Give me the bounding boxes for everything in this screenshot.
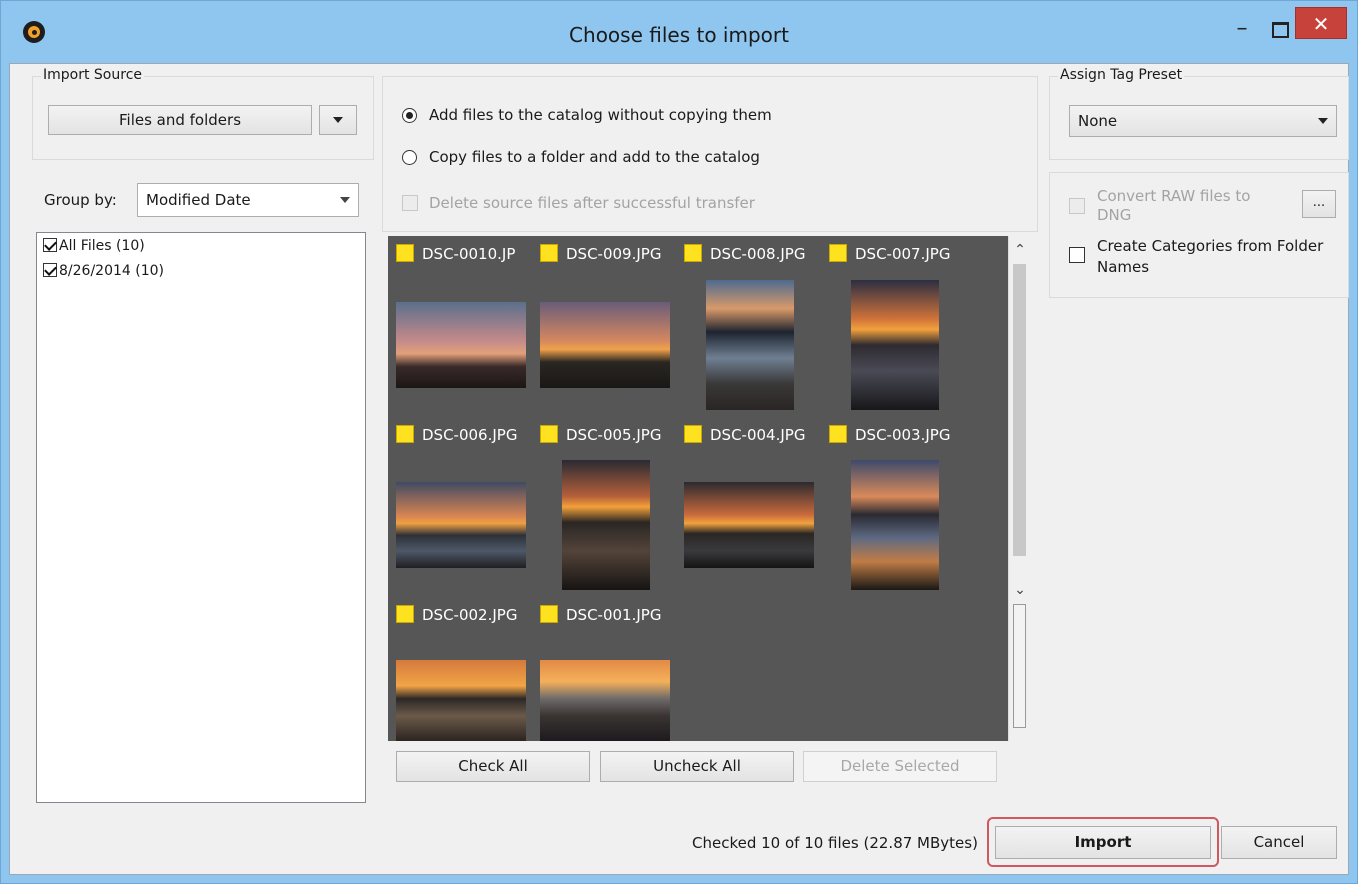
thumbnail-item[interactable]: DSC-0010.JP <box>396 244 515 263</box>
scrollbar-thumb[interactable] <box>1013 604 1026 728</box>
thumbnail-filename: DSC-009.JPG <box>566 245 662 263</box>
tree-item-date[interactable]: 8/26/2014 (10) <box>43 263 164 283</box>
raw-settings-button[interactable]: ... <box>1302 190 1336 218</box>
thumbnail-checkbox[interactable] <box>684 425 702 443</box>
window-title: Choose files to import <box>569 23 789 47</box>
chevron-down-icon <box>1318 118 1328 124</box>
thumbnail-image[interactable] <box>684 482 814 568</box>
group-by-value: Modified Date <box>146 191 251 209</box>
raw-options-group: Convert RAW files to DNG ... Create Cate… <box>1049 172 1349 298</box>
thumbnail-image[interactable] <box>396 482 526 568</box>
thumbnail-checkbox[interactable] <box>829 425 847 443</box>
tag-preset-select[interactable]: None <box>1069 105 1337 137</box>
thumbnail-image[interactable] <box>851 460 939 590</box>
thumbnail-image[interactable] <box>540 660 670 741</box>
close-button[interactable]: ✕ <box>1295 7 1347 39</box>
delete-source-checkbox[interactable] <box>402 195 418 211</box>
delete-selected-button[interactable]: Delete Selected <box>803 751 997 782</box>
convert-raw-label: Convert RAW files to DNG <box>1097 187 1251 224</box>
thumbnail-scrollbar[interactable]: ⌃ ⌄ <box>1008 236 1030 741</box>
thumbnail-checkbox[interactable] <box>396 425 414 443</box>
copy-to-folder-label: Copy files to a folder and add to the ca… <box>429 148 760 166</box>
checkbox-checked-icon[interactable] <box>43 263 57 277</box>
thumbnail-item[interactable]: DSC-007.JPG <box>829 244 950 263</box>
minimize-button[interactable]: – <box>1227 15 1257 43</box>
convert-raw-checkbox[interactable] <box>1069 198 1085 214</box>
checkbox-checked-icon[interactable] <box>43 238 57 252</box>
status-text: Checked 10 of 10 files (22.87 MBytes) <box>692 834 978 852</box>
import-button[interactable]: Import <box>995 826 1211 859</box>
thumbnail-item[interactable]: DSC-004.JPG <box>684 425 805 444</box>
thumbnail-item[interactable]: DSC-005.JPG <box>540 425 661 444</box>
maximize-button[interactable] <box>1264 15 1294 43</box>
tag-preset-legend: Assign Tag Preset <box>1058 67 1185 83</box>
import-dialog: Choose files to import – ✕ Import Source… <box>0 0 1358 884</box>
thumbnail-item[interactable]: DSC-006.JPG <box>396 425 517 444</box>
scroll-up-icon[interactable]: ⌃ <box>1009 242 1031 258</box>
thumbnail-checkbox[interactable] <box>829 244 847 262</box>
thumbnail-item[interactable]: DSC-009.JPG <box>540 244 661 263</box>
date-tree[interactable]: All Files (10) 8/26/2014 (10) <box>36 232 366 803</box>
add-without-copy-radio[interactable] <box>402 108 417 123</box>
thumbnail-item[interactable]: DSC-003.JPG <box>829 425 950 444</box>
thumbnail-filename: DSC-003.JPG <box>855 426 951 444</box>
tree-item-label: 8/26/2014 (10) <box>59 263 164 279</box>
add-without-copy-label: Add files to the catalog without copying… <box>429 106 772 124</box>
create-categories-label: Create Categories from Folder Names <box>1097 237 1324 276</box>
thumbnail-filename: DSC-004.JPG <box>710 426 806 444</box>
thumbnail-checkbox[interactable] <box>396 605 414 623</box>
thumbnail-image[interactable] <box>540 302 670 388</box>
cancel-button[interactable]: Cancel <box>1221 826 1337 859</box>
thumbnail-image[interactable] <box>396 660 526 741</box>
thumbnail-checkbox[interactable] <box>540 244 558 262</box>
thumbnail-filename: DSC-007.JPG <box>855 245 951 263</box>
import-source-group: Import Source Files and folders <box>32 67 374 160</box>
tag-preset-value: None <box>1078 112 1118 130</box>
thumbnail-filename: DSC-006.JPG <box>422 426 518 444</box>
thumbnail-filename: DSC-001.JPG <box>566 606 662 624</box>
dialog-body: Import Source Files and folders Group by… <box>9 63 1349 875</box>
tree-item-all-files[interactable]: All Files (10) <box>43 238 145 258</box>
group-by-label: Group by: <box>44 191 117 209</box>
check-all-button[interactable]: Check All <box>396 751 590 782</box>
create-categories-checkbox[interactable] <box>1069 247 1085 263</box>
import-source-dropdown-button[interactable] <box>319 105 357 135</box>
thumbnail-filename: DSC-002.JPG <box>422 606 518 624</box>
scroll-down-icon[interactable]: ⌄ <box>1009 582 1031 598</box>
tree-item-label: All Files (10) <box>59 238 145 254</box>
copy-options-group: Add files to the catalog without copying… <box>382 76 1038 232</box>
thumbnail-filename: DSC-008.JPG <box>710 245 806 263</box>
scrollbar-track[interactable] <box>1013 264 1026 556</box>
chevron-down-icon <box>340 197 350 203</box>
tag-preset-group: Assign Tag Preset None <box>1049 67 1349 160</box>
thumbnail-grid[interactable]: DSC-0010.JP DSC-009.JPG DSC-008.JPG DSC-… <box>388 236 1008 741</box>
thumbnail-image[interactable] <box>562 460 650 590</box>
thumbnail-image[interactable] <box>851 280 939 410</box>
thumbnail-filename: DSC-005.JPG <box>566 426 662 444</box>
thumbnail-item[interactable]: DSC-008.JPG <box>684 244 805 263</box>
delete-source-label: Delete source files after successful tra… <box>429 194 755 212</box>
thumbnail-checkbox[interactable] <box>396 244 414 262</box>
import-source-legend: Import Source <box>41 67 144 83</box>
thumbnail-checkbox[interactable] <box>540 605 558 623</box>
import-source-button[interactable]: Files and folders <box>48 105 312 135</box>
thumbnail-image[interactable] <box>396 302 526 388</box>
thumbnail-filename: DSC-0010.JP <box>422 245 516 263</box>
thumbnail-item[interactable]: DSC-001.JPG <box>540 605 661 624</box>
thumbnail-checkbox[interactable] <box>540 425 558 443</box>
thumbnail-item[interactable]: DSC-002.JPG <box>396 605 517 624</box>
title-bar: Choose files to import – ✕ <box>1 1 1357 63</box>
chevron-down-icon <box>333 117 343 123</box>
thumbnail-image[interactable] <box>706 280 794 410</box>
uncheck-all-button[interactable]: Uncheck All <box>600 751 794 782</box>
group-by-select[interactable]: Modified Date <box>137 183 359 217</box>
thumbnail-checkbox[interactable] <box>684 244 702 262</box>
copy-to-folder-radio[interactable] <box>402 150 417 165</box>
